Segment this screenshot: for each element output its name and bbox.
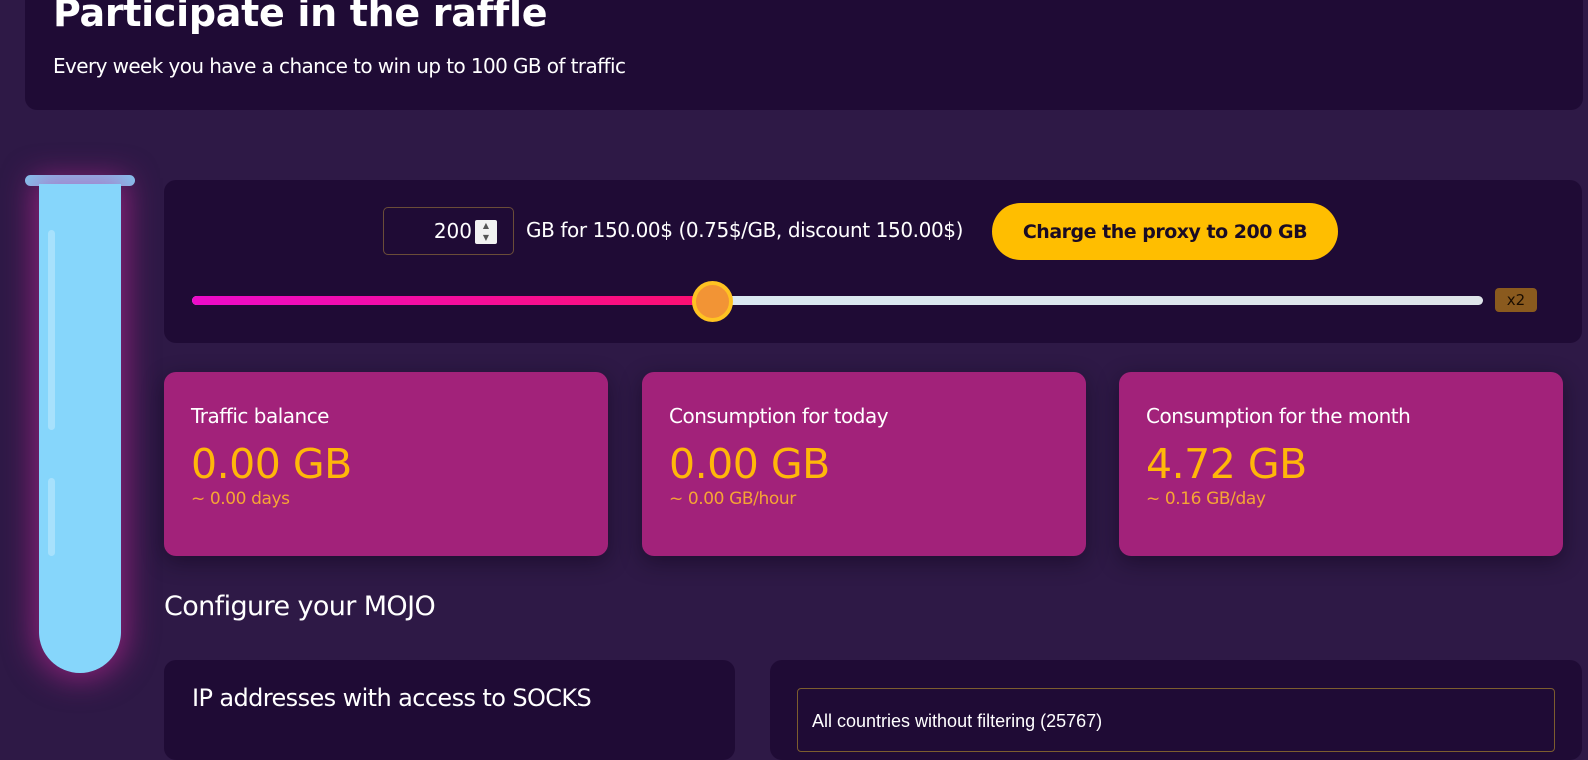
country-filter-selected: All countries without filtering (25767) xyxy=(812,711,1103,731)
stat-subtext: ~ 0.00 days xyxy=(191,489,290,509)
chevron-up-icon[interactable]: ▲ xyxy=(475,220,497,232)
tube-highlight xyxy=(48,230,55,430)
configure-section-title: Configure your MOJO xyxy=(164,591,436,622)
raffle-title: Participate in the raffle xyxy=(53,0,548,35)
charge-proxy-button[interactable]: Charge the proxy to 200 GB xyxy=(992,203,1338,260)
stat-subtext: ~ 0.16 GB/day xyxy=(1146,489,1266,509)
traffic-balance-card: Traffic balance 0.00 GB ~ 0.00 days xyxy=(164,372,608,556)
stat-value: 0.00 GB xyxy=(669,440,830,488)
stat-label: Consumption for today xyxy=(669,404,889,428)
multiplier-badge: x2 xyxy=(1495,288,1537,312)
gb-spinner[interactable]: ▲ ▼ xyxy=(475,220,497,244)
socks-ip-title: IP addresses with access to SOCKS xyxy=(192,684,592,712)
country-filter-card: All countries without filtering (25767) xyxy=(770,660,1582,760)
charge-panel: ▲ ▼ GB for 150.00$ (0.75$/GB, discount 1… xyxy=(164,180,1582,343)
price-summary: GB for 150.00$ (0.75$/GB, discount 150.0… xyxy=(526,218,963,242)
gb-amount-stepper[interactable]: ▲ ▼ xyxy=(383,207,514,255)
gb-amount-input[interactable] xyxy=(384,208,472,254)
slider-handle[interactable] xyxy=(692,281,734,322)
stat-label: Traffic balance xyxy=(191,404,330,428)
stat-value: 0.00 GB xyxy=(191,440,352,488)
raffle-banner: Participate in the raffle Every week you… xyxy=(25,0,1583,110)
gb-amount-slider[interactable] xyxy=(192,281,1483,322)
slider-fill xyxy=(192,296,713,305)
tube-highlight xyxy=(48,478,55,556)
consumption-month-card: Consumption for the month 4.72 GB ~ 0.16… xyxy=(1119,372,1563,556)
socks-ip-card: IP addresses with access to SOCKS xyxy=(164,660,735,760)
stat-subtext: ~ 0.00 GB/hour xyxy=(669,489,796,509)
tube-body xyxy=(39,184,121,673)
stat-value: 4.72 GB xyxy=(1146,440,1307,488)
consumption-today-card: Consumption for today 0.00 GB ~ 0.00 GB/… xyxy=(642,372,1086,556)
chevron-down-icon[interactable]: ▼ xyxy=(475,232,497,244)
raffle-subtitle: Every week you have a chance to win up t… xyxy=(53,54,626,78)
stat-label: Consumption for the month xyxy=(1146,404,1411,428)
country-filter-select[interactable]: All countries without filtering (25767) xyxy=(797,688,1555,752)
traffic-tube-gauge xyxy=(25,175,137,685)
